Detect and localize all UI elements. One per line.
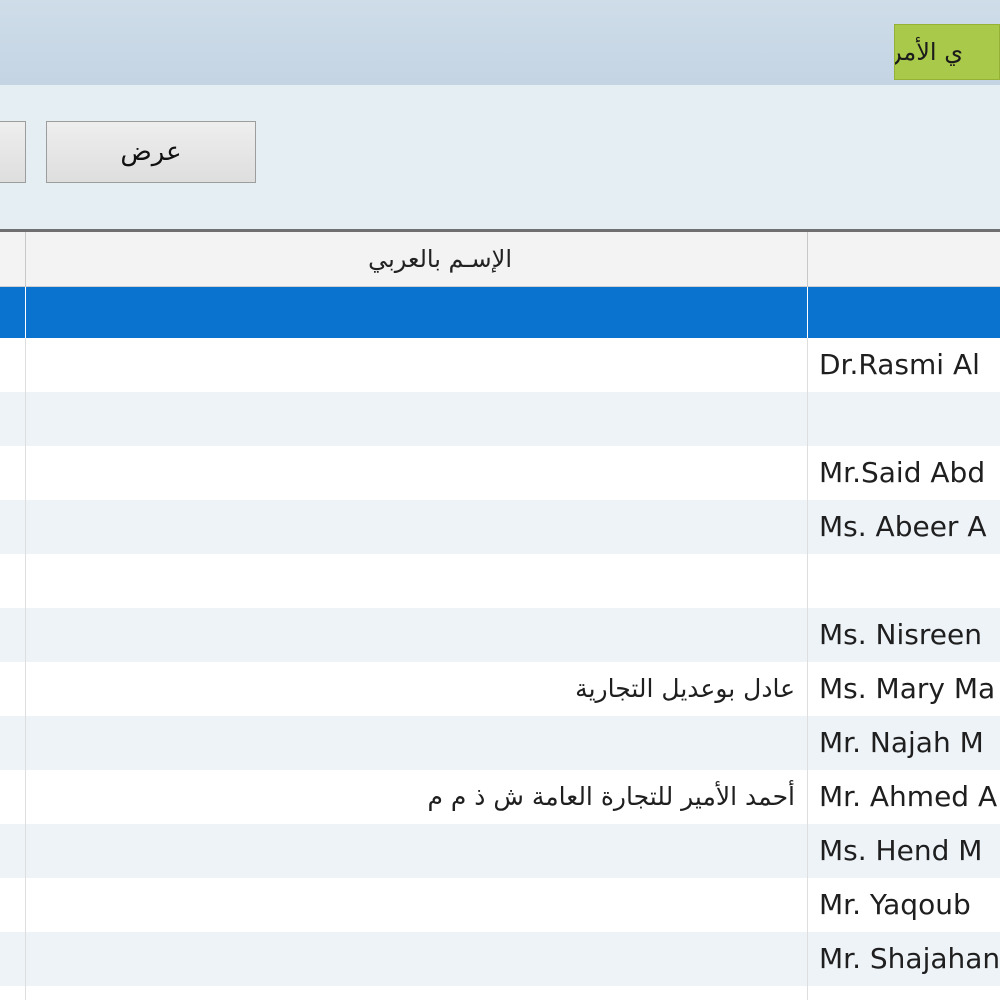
row-selector-cell[interactable]: [0, 770, 26, 824]
table-row[interactable]: Mr. Shajahan: [0, 932, 1000, 986]
english-name-cell[interactable]: Mr. Najah M: [808, 716, 1000, 770]
row-selector-cell[interactable]: [0, 986, 26, 1000]
table-row-selected[interactable]: [0, 287, 1000, 338]
window-title: ي الأمر: [894, 24, 1000, 80]
english-name-cell[interactable]: Mr. Ahmed A: [808, 770, 1000, 824]
english-name-cell[interactable]: [808, 986, 1000, 1000]
english-name-cell[interactable]: Ms. Hend M: [808, 824, 1000, 878]
table-row[interactable]: Mr. Najah M: [0, 716, 1000, 770]
row-selector-cell[interactable]: [0, 392, 26, 446]
table-row[interactable]: أحمد الأمير للتجارة العامة ش ذ م م Mr. Ah…: [0, 770, 1000, 824]
arabic-name-cell[interactable]: [26, 716, 808, 770]
table-row[interactable]: عادل بوعديل التجارية Ms. Mary Ma: [0, 662, 1000, 716]
arabic-name-cell[interactable]: أحمد الأمير للتجارة العامة ش ذ م م: [26, 770, 808, 824]
column-header-arabic-name[interactable]: الإسـم بالعربي: [26, 232, 808, 286]
row-selector-cell[interactable]: [0, 824, 26, 878]
arabic-name-cell[interactable]: [26, 986, 808, 1000]
table-row[interactable]: Mr. Yaqoub: [0, 878, 1000, 932]
grid-rows: Dr.Rasmi Al Mr.Said Abd Ms. Abeer A Ms. Nis…: [0, 287, 1000, 1000]
table-row[interactable]: [0, 554, 1000, 608]
row-selector-cell[interactable]: [0, 878, 26, 932]
table-row[interactable]: [0, 986, 1000, 1000]
row-selector-cell[interactable]: [0, 608, 26, 662]
arabic-name-cell[interactable]: [26, 338, 808, 392]
english-name-cell[interactable]: Mr. Yaqoub: [808, 878, 1000, 932]
arabic-name-cell[interactable]: [26, 446, 808, 500]
arabic-name-cell[interactable]: [26, 500, 808, 554]
toolbar-button-partial[interactable]: [0, 121, 26, 183]
table-row[interactable]: Ms. Abeer A: [0, 500, 1000, 554]
english-name-cell[interactable]: Mr. Shajahan: [808, 932, 1000, 986]
row-selector-cell[interactable]: [0, 287, 26, 338]
english-name-cell[interactable]: Mr.Said Abd: [808, 446, 1000, 500]
arabic-name-cell[interactable]: [26, 878, 808, 932]
row-selector-cell[interactable]: [0, 662, 26, 716]
english-name-cell[interactable]: Ms. Abeer A: [808, 500, 1000, 554]
arabic-name-cell[interactable]: عادل بوعديل التجارية: [26, 662, 808, 716]
data-grid: الإسـم بالعربي Dr.Rasmi Al Mr.Said Abd Ms.…: [0, 229, 1000, 1000]
table-row[interactable]: Mr.Said Abd: [0, 446, 1000, 500]
english-name-cell[interactable]: Ms. Mary Ma: [808, 662, 1000, 716]
arabic-name-cell[interactable]: [26, 824, 808, 878]
title-bar: ي الأمر: [0, 0, 1000, 85]
column-header-english-name[interactable]: [808, 232, 1000, 286]
table-row[interactable]: Dr.Rasmi Al: [0, 338, 1000, 392]
table-row[interactable]: Ms. Hend M: [0, 824, 1000, 878]
arabic-name-cell[interactable]: [26, 608, 808, 662]
grid-header: الإسـم بالعربي: [0, 232, 1000, 287]
english-name-cell[interactable]: [808, 554, 1000, 608]
arabic-name-cell[interactable]: [26, 392, 808, 446]
table-row[interactable]: [0, 392, 1000, 446]
english-name-cell[interactable]: Dr.Rasmi Al: [808, 338, 1000, 392]
arabic-name-cell[interactable]: [26, 932, 808, 986]
row-selector-cell[interactable]: [0, 500, 26, 554]
arabic-name-cell[interactable]: [26, 287, 808, 338]
row-header-column[interactable]: [0, 232, 26, 286]
row-selector-cell[interactable]: [0, 446, 26, 500]
view-button[interactable]: عرض: [46, 121, 256, 183]
row-selector-cell[interactable]: [0, 932, 26, 986]
row-selector-cell[interactable]: [0, 338, 26, 392]
arabic-name-cell[interactable]: [26, 554, 808, 608]
english-name-cell[interactable]: [808, 287, 1000, 338]
row-selector-cell[interactable]: [0, 716, 26, 770]
row-selector-cell[interactable]: [0, 554, 26, 608]
english-name-cell[interactable]: Ms. Nisreen: [808, 608, 1000, 662]
table-row[interactable]: Ms. Nisreen: [0, 608, 1000, 662]
english-name-cell[interactable]: [808, 392, 1000, 446]
